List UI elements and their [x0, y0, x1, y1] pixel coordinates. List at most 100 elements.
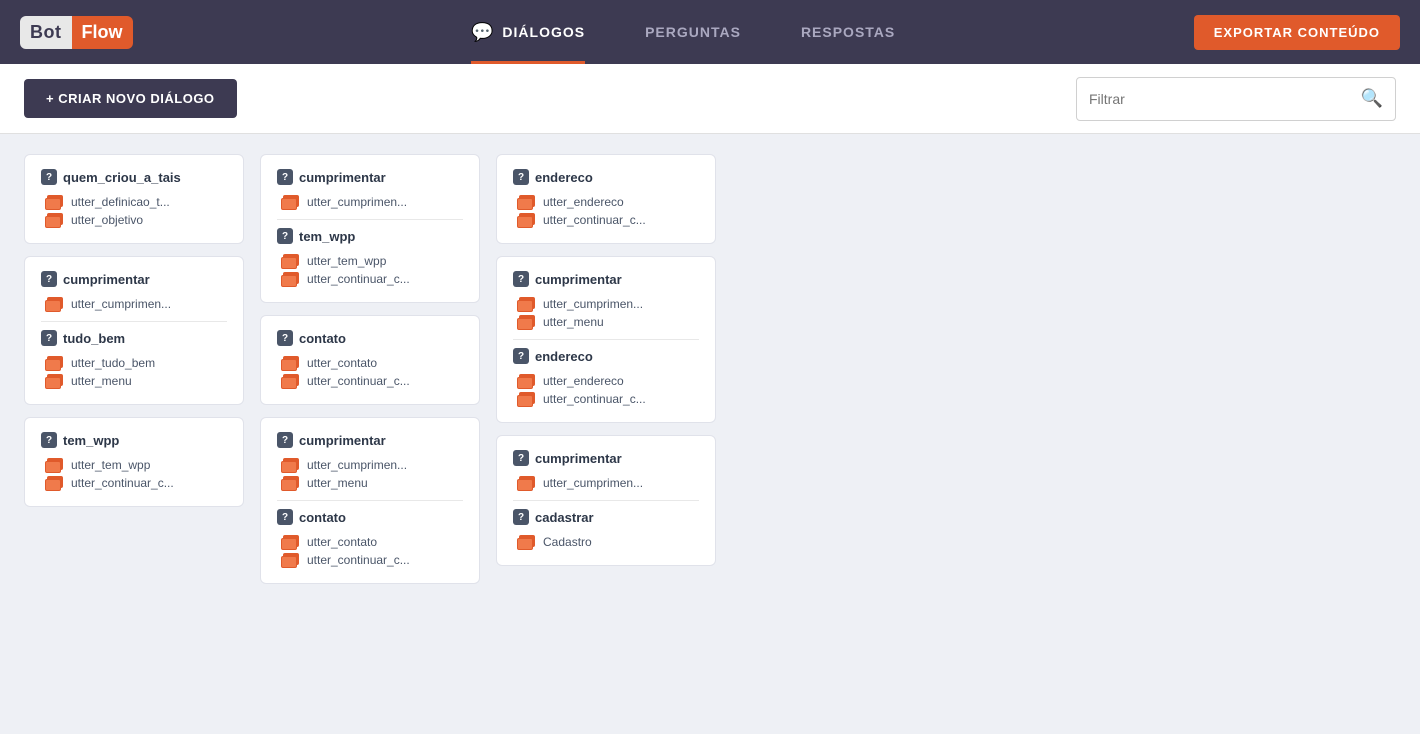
intent-row: ? cumprimentar [277, 169, 463, 185]
action-icon [281, 553, 301, 567]
action-icon [281, 195, 301, 209]
column-1: ? quem_criou_a_tais utter_definicao_t...… [24, 154, 244, 507]
action-icon [281, 254, 301, 268]
action-row: utter_cumprimen... [281, 193, 463, 211]
action-row: utter_cumprimen... [45, 295, 227, 313]
filter-box: 🔍 [1076, 77, 1396, 121]
nav-tabs: 💬 DIÁLOGOS PERGUNTAS RESPOSTAS [173, 0, 1194, 64]
intent-row: ? contato [277, 509, 463, 525]
action-name: utter_menu [543, 315, 604, 329]
action-name: Cadastro [543, 535, 592, 549]
intent-badge: ? [41, 432, 57, 448]
action-row: utter_menu [45, 372, 227, 390]
action-icon [517, 297, 537, 311]
tab-perguntas[interactable]: PERGUNTAS [645, 0, 741, 64]
intent-row: ? cumprimentar [513, 271, 699, 287]
card-cumprimentar-endereco[interactable]: ? cumprimentar utter_cumprimen... utter_… [496, 256, 716, 423]
filter-input[interactable] [1089, 91, 1361, 107]
divider [277, 219, 463, 220]
action-name: utter_continuar_c... [543, 392, 646, 406]
chat-icon: 💬 [471, 22, 494, 43]
intent-badge: ? [277, 228, 293, 244]
intent-badge: ? [513, 271, 529, 287]
action-name: utter_continuar_c... [543, 213, 646, 227]
action-row: utter_cumprimen... [281, 456, 463, 474]
logo: Bot Flow [20, 16, 133, 49]
action-row: utter_continuar_c... [281, 372, 463, 390]
intent-name: contato [299, 331, 346, 346]
action-name: utter_endereco [543, 374, 624, 388]
action-icon [281, 476, 301, 490]
intent-row: ? cumprimentar [41, 271, 227, 287]
action-name: utter_menu [71, 374, 132, 388]
intent-name: cumprimentar [299, 433, 386, 448]
action-name: utter_continuar_c... [307, 553, 410, 567]
action-row: utter_endereco [517, 372, 699, 390]
action-name: utter_tem_wpp [71, 458, 150, 472]
action-name: utter_cumprimen... [307, 458, 407, 472]
action-row: utter_contato [281, 354, 463, 372]
intent-badge: ? [41, 330, 57, 346]
intent-row: ? endereco [513, 169, 699, 185]
action-name: utter_continuar_c... [307, 374, 410, 388]
column-3: ? endereco utter_endereco utter_continua… [496, 154, 716, 566]
toolbar: + CRIAR NOVO DIÁLOGO 🔍 [0, 64, 1420, 134]
intent-name: tem_wpp [63, 433, 119, 448]
tab-dialogos[interactable]: 💬 DIÁLOGOS [471, 0, 585, 64]
action-icon [281, 272, 301, 286]
intent-badge: ? [277, 432, 293, 448]
tab-respostas[interactable]: RESPOSTAS [801, 0, 895, 64]
intent-row: ? tudo_bem [41, 330, 227, 346]
card-contato1[interactable]: ? contato utter_contato utter_continuar_… [260, 315, 480, 405]
intent-badge: ? [41, 169, 57, 185]
action-name: utter_cumprimen... [543, 297, 643, 311]
action-row: utter_cumprimen... [517, 295, 699, 313]
intent-name: cumprimentar [535, 272, 622, 287]
card-cumprimentar-cadastrar[interactable]: ? cumprimentar utter_cumprimen... ? cada… [496, 435, 716, 566]
divider [277, 500, 463, 501]
export-button[interactable]: EXPORTAR CONTEÚDO [1194, 15, 1400, 50]
action-row: utter_objetivo [45, 211, 227, 229]
action-row: utter_endereco [517, 193, 699, 211]
intent-name: tem_wpp [299, 229, 355, 244]
action-name: utter_continuar_c... [71, 476, 174, 490]
card-cumprimentar-tudo[interactable]: ? cumprimentar utter_cumprimen... ? tudo… [24, 256, 244, 405]
action-name: utter_continuar_c... [307, 272, 410, 286]
intent-row: ? cumprimentar [277, 432, 463, 448]
action-icon [517, 213, 537, 227]
intent-name: endereco [535, 170, 593, 185]
intent-badge: ? [277, 509, 293, 525]
card-cumprimentar-contato[interactable]: ? cumprimentar utter_cumprimen... utter_… [260, 417, 480, 584]
action-icon [281, 535, 301, 549]
card-tem-wpp[interactable]: ? tem_wpp utter_tem_wpp utter_continuar_… [24, 417, 244, 507]
action-icon [517, 315, 537, 329]
action-icon [517, 535, 537, 549]
action-name: utter_tudo_bem [71, 356, 155, 370]
intent-name: contato [299, 510, 346, 525]
intent-badge: ? [277, 330, 293, 346]
logo-bot: Bot [20, 16, 72, 49]
action-name: utter_definicao_t... [71, 195, 170, 209]
action-name: utter_contato [307, 535, 377, 549]
tab-respostas-label: RESPOSTAS [801, 24, 895, 40]
action-row: utter_tem_wpp [45, 456, 227, 474]
action-icon [45, 297, 65, 311]
card-quem-criou[interactable]: ? quem_criou_a_tais utter_definicao_t...… [24, 154, 244, 244]
create-dialog-button[interactable]: + CRIAR NOVO DIÁLOGO [24, 79, 237, 118]
action-icon [517, 374, 537, 388]
action-row: utter_menu [281, 474, 463, 492]
action-row: utter_contato [281, 533, 463, 551]
action-icon [517, 476, 537, 490]
intent-name: cumprimentar [63, 272, 150, 287]
intent-badge: ? [513, 169, 529, 185]
intent-badge: ? [513, 348, 529, 364]
intent-row: ? cumprimentar [513, 450, 699, 466]
divider [513, 500, 699, 501]
action-icon [45, 458, 65, 472]
intent-badge: ? [41, 271, 57, 287]
divider [41, 321, 227, 322]
action-icon [45, 476, 65, 490]
card-endereco1[interactable]: ? endereco utter_endereco utter_continua… [496, 154, 716, 244]
card-cumprimentar-temwpp[interactable]: ? cumprimentar utter_cumprimen... ? tem_… [260, 154, 480, 303]
intent-row: ? tem_wpp [277, 228, 463, 244]
